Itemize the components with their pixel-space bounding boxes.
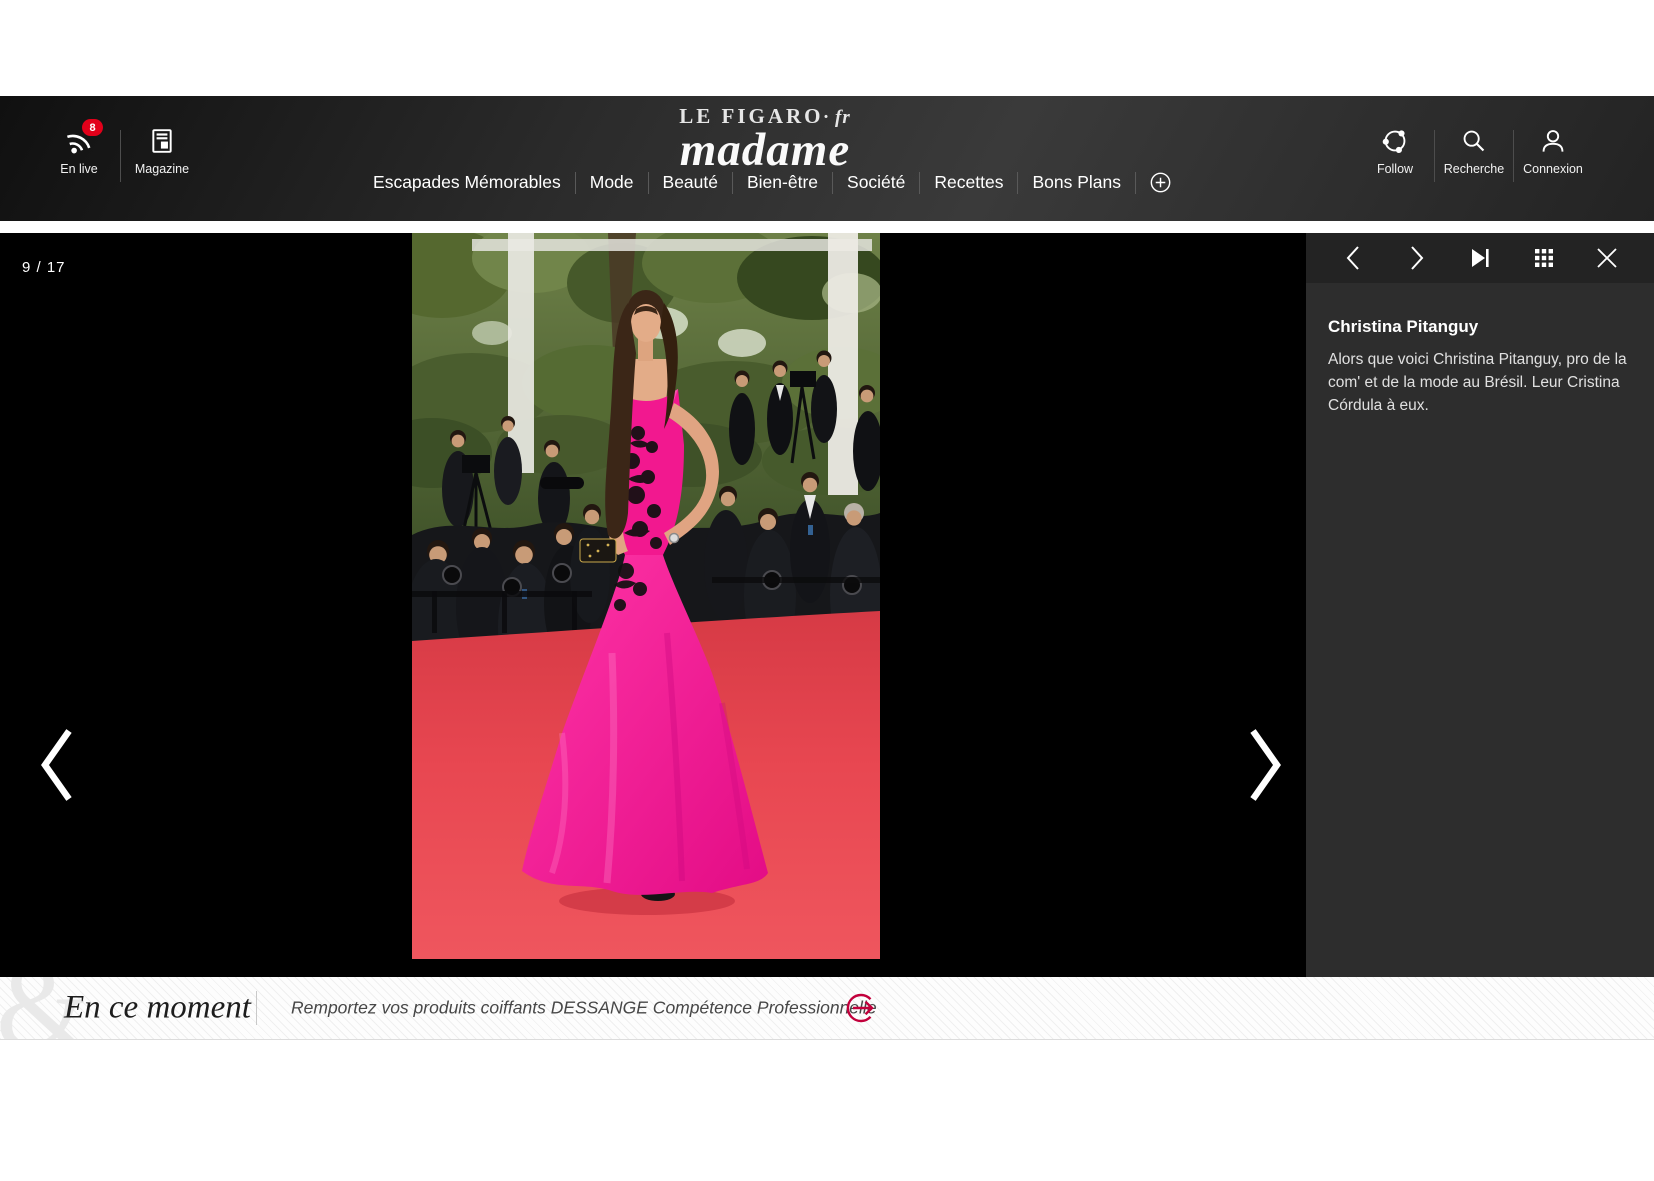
search-icon — [1461, 126, 1487, 156]
live-button[interactable]: 8 En live — [40, 126, 118, 176]
gallery-next-button[interactable] — [1402, 243, 1432, 273]
gallery-sidebar: Christina Pitanguy Alors que voici Chris… — [1306, 233, 1654, 977]
promo-arrow-button[interactable] — [843, 991, 877, 1025]
arrow-right-circle-icon — [843, 991, 877, 1025]
bar-divider — [256, 991, 257, 1025]
chevron-left-icon — [1345, 245, 1361, 271]
section-label: En ce moment — [64, 990, 251, 1027]
login-button[interactable]: Connexion — [1514, 126, 1592, 176]
search-button[interactable]: Recherche — [1435, 126, 1513, 176]
caption-title: Christina Pitanguy — [1328, 317, 1628, 337]
gallery-prev-button[interactable] — [1338, 243, 1368, 273]
follow-button[interactable]: Follow — [1356, 126, 1434, 176]
live-icon: 8 — [66, 126, 92, 156]
magazine-icon — [150, 126, 174, 156]
nav-item-bons-plans[interactable]: Bons Plans — [1018, 170, 1135, 195]
grid-icon — [1534, 248, 1554, 268]
gallery-photo — [412, 233, 880, 959]
nav-item-bien-etre[interactable]: Bien-être — [733, 170, 832, 195]
follow-label: Follow — [1377, 162, 1413, 176]
follow-icon — [1382, 126, 1408, 156]
nav-item-escapades[interactable]: Escapades Mémorables — [359, 170, 575, 195]
promo-link[interactable]: Remportez vos produits coiffants DESSANG… — [291, 998, 877, 1019]
header-divider — [120, 130, 121, 182]
chevron-right-icon — [1248, 727, 1284, 803]
live-label: En live — [60, 162, 98, 176]
header-right-utilities: Follow Recherche Connexion — [1356, 126, 1592, 182]
photo-counter: 9 / 17 — [22, 259, 66, 276]
logo-madame: madame — [679, 130, 851, 170]
previous-photo-arrow[interactable] — [38, 727, 74, 803]
magazine-button[interactable]: Magazine — [123, 126, 201, 176]
nav-divider — [1135, 172, 1136, 194]
live-badge: 8 — [82, 119, 103, 136]
en-ce-moment-bar: & En ce moment Remportez vos produits co… — [0, 977, 1654, 1040]
nav-item-societe[interactable]: Société — [833, 170, 919, 195]
site-logo[interactable]: LE FIGARO· fr madame — [679, 104, 851, 170]
play-icon — [1469, 247, 1491, 269]
main-nav: Escapades Mémorables Mode Beauté Bien-êt… — [359, 170, 1171, 195]
photo-caption: Christina Pitanguy Alors que voici Chris… — [1306, 283, 1654, 418]
slideshow-play-button[interactable] — [1465, 243, 1495, 273]
nav-item-beaute[interactable]: Beauté — [649, 170, 732, 195]
nav-item-mode[interactable]: Mode — [576, 170, 648, 195]
caption-text: Alors que voici Christina Pitanguy, pro … — [1328, 349, 1628, 418]
thumbnail-grid-button[interactable] — [1529, 243, 1559, 273]
user-icon — [1540, 126, 1566, 156]
chevron-left-icon — [38, 727, 74, 803]
close-gallery-button[interactable] — [1592, 243, 1622, 273]
gallery-controls — [1306, 233, 1654, 283]
next-photo-arrow[interactable] — [1248, 727, 1284, 803]
login-label: Connexion — [1523, 162, 1583, 176]
chevron-right-icon — [1409, 245, 1425, 271]
photo-gallery: 9 / 17 — [0, 233, 1654, 977]
plus-circle-icon — [1150, 172, 1171, 193]
close-icon — [1595, 246, 1619, 270]
nav-more-button[interactable] — [1150, 172, 1171, 193]
site-header: 8 En live Magazine LE FIGARO· fr madame … — [0, 96, 1654, 221]
magazine-label: Magazine — [135, 162, 189, 176]
nav-item-recettes[interactable]: Recettes — [920, 170, 1017, 195]
search-label: Recherche — [1444, 162, 1504, 176]
header-left-utilities: 8 En live Magazine — [40, 126, 201, 182]
